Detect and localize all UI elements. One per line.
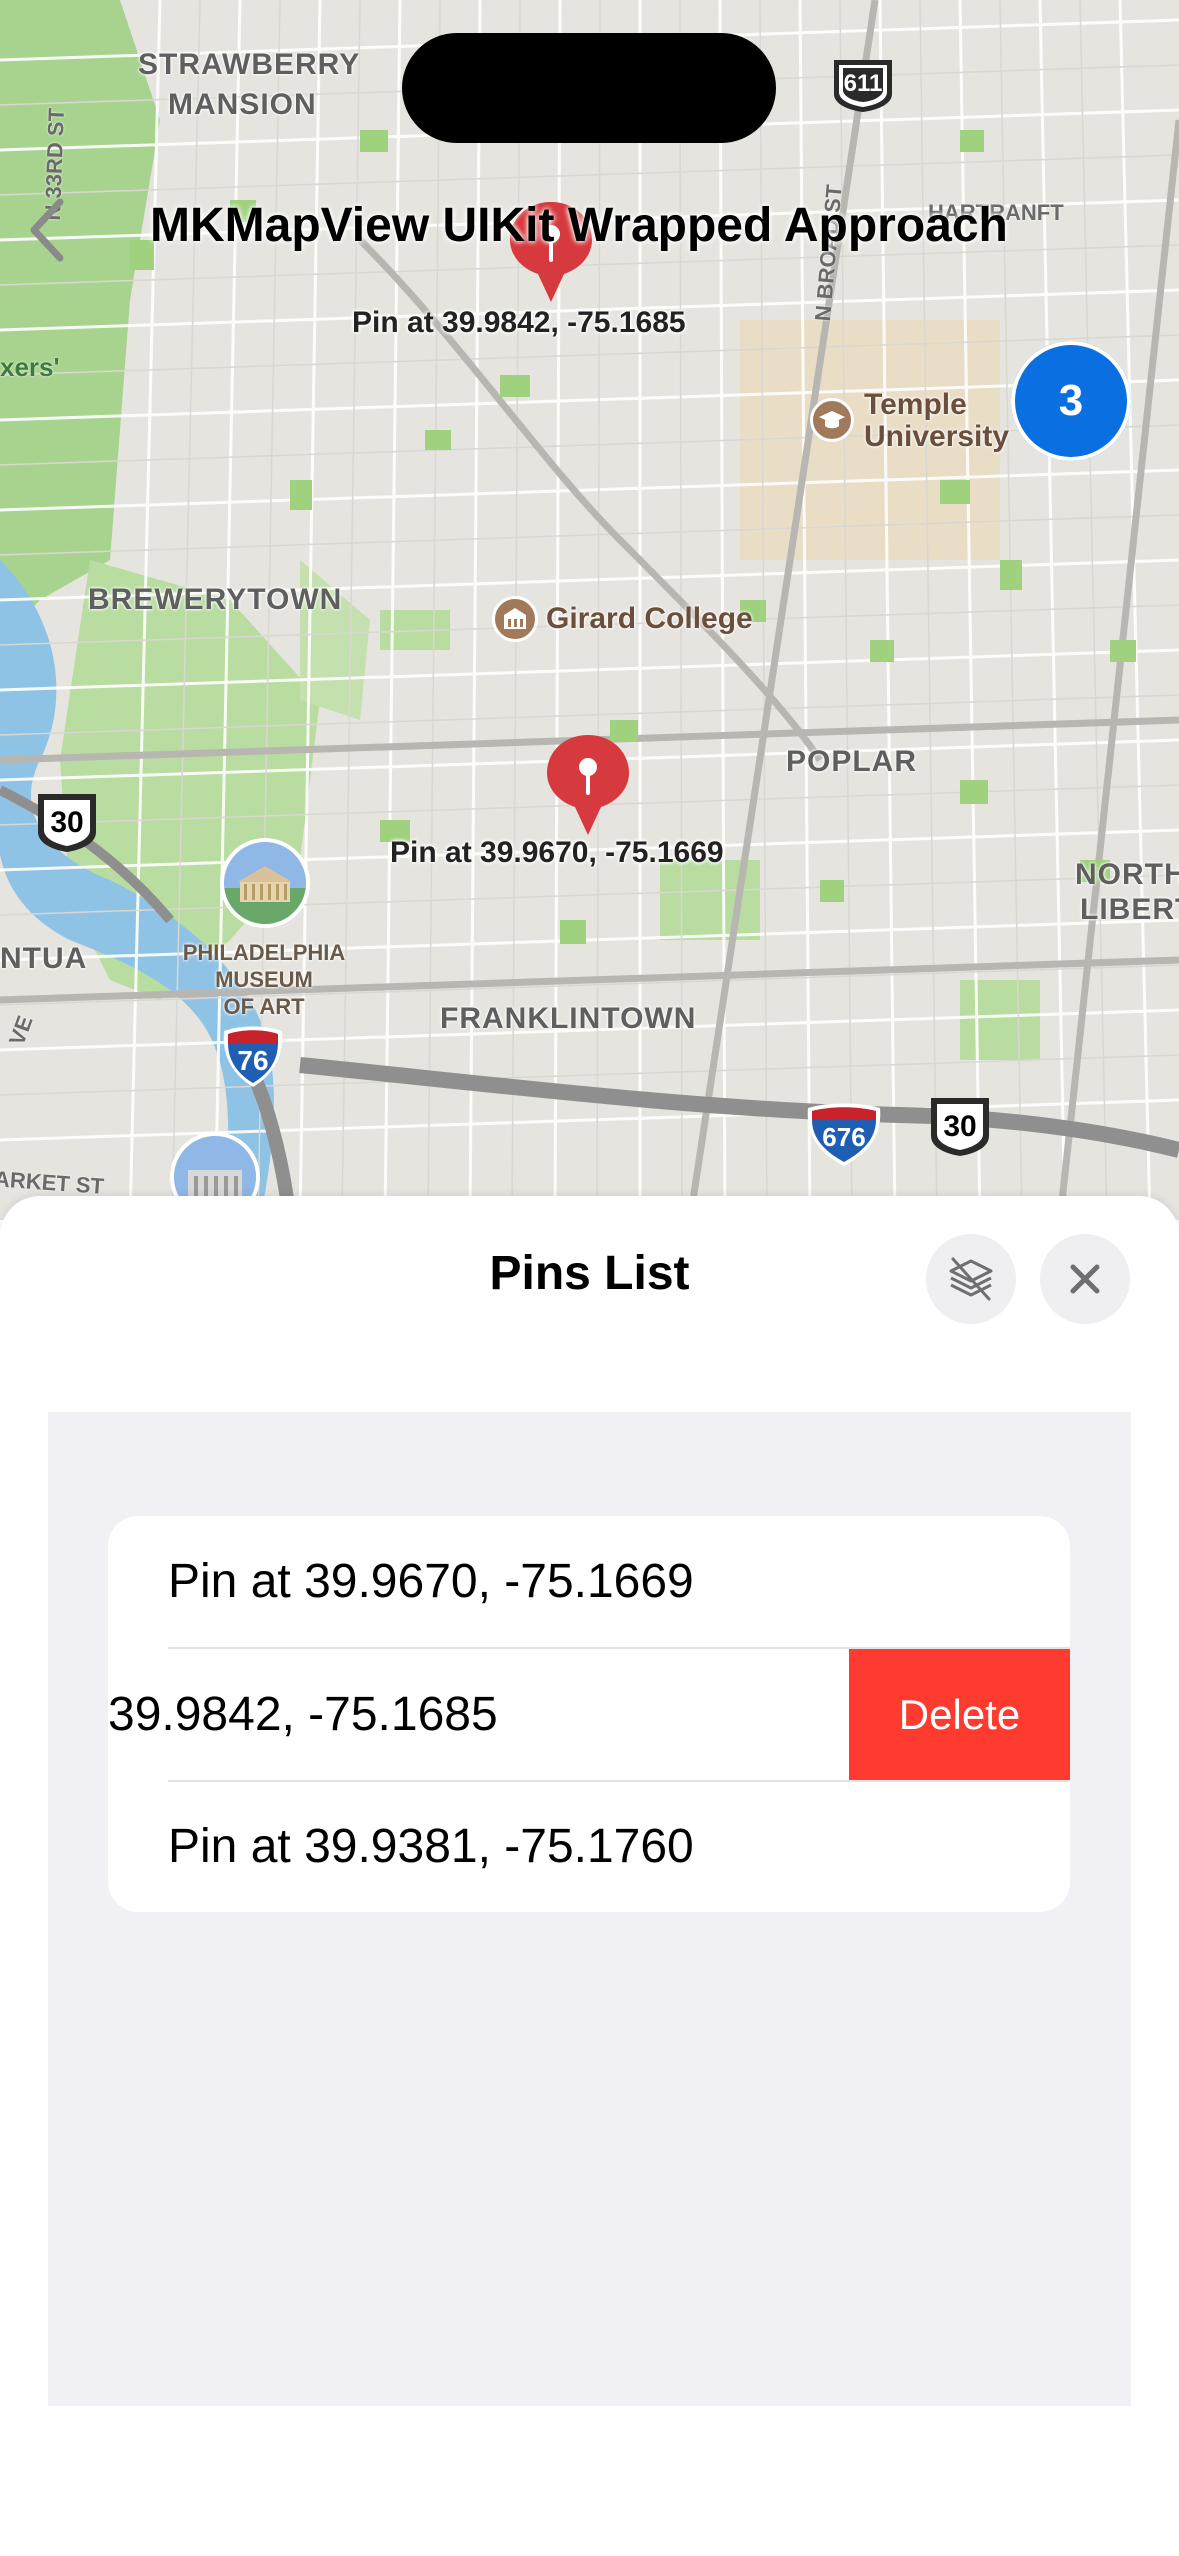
pin-cluster-badge[interactable]: 3: [1011, 341, 1131, 461]
park-label-partial: xers': [0, 352, 60, 382]
close-icon: [1070, 1264, 1100, 1294]
nav-title: MKMapView UIKit Wrapped Approach: [150, 199, 1008, 252]
chevron-left-icon: [30, 198, 64, 262]
map-pin-icon: [547, 735, 629, 835]
list-background: Pin at 39.9670, -75.1669 39.9842, -75.16…: [48, 1412, 1131, 2406]
poi-temple-line2[interactable]: University: [864, 420, 1009, 454]
list-item-label: 39.9842, -75.1685: [108, 1688, 498, 1741]
close-button[interactable]: [1040, 1234, 1130, 1324]
poi-museum-line2[interactable]: MUSEUM: [172, 967, 356, 993]
poi-museum-line3[interactable]: OF ART: [172, 994, 356, 1020]
us-30-shield-icon: 30: [32, 790, 102, 854]
poi-girard-college[interactable]: Girard College: [546, 602, 753, 636]
area-label-north: NORTH: [1075, 858, 1179, 891]
poi-museum-line1[interactable]: PHILADELPHIA: [172, 940, 356, 966]
interstate-76-shield-icon: 76: [220, 1023, 286, 1089]
layers-button[interactable]: [926, 1234, 1016, 1324]
delete-button[interactable]: Delete: [849, 1649, 1070, 1780]
map-pin-2-label[interactable]: Pin at 39.9670, -75.1669: [390, 836, 724, 870]
area-label-poplar: POPLAR: [786, 745, 918, 778]
list-item-label: Pin at 39.9381, -75.1760: [168, 1820, 694, 1873]
map-pin-1-label[interactable]: Pin at 39.9842, -75.1685: [352, 306, 686, 340]
area-label-liberties: LIBERT: [1080, 893, 1179, 926]
list-item[interactable]: Pin at 39.9670, -75.1669: [108, 1516, 1070, 1647]
area-label-strawberry: STRAWBERRY: [138, 48, 361, 81]
map-view[interactable]: STRAWBERRY MANSION BREWERYTOWN POPLAR FR…: [0, 0, 1179, 1220]
college-icon[interactable]: [492, 596, 538, 642]
poi-temple-line1[interactable]: Temple: [864, 388, 967, 422]
layers-icon: [949, 1257, 993, 1301]
us-30-2-label: 30: [943, 1110, 977, 1143]
area-label-fairmount: NTUA: [0, 942, 88, 975]
dynamic-island: [402, 33, 776, 143]
graduation-cap-icon: [819, 411, 845, 429]
interstate-676-shield-icon: 676: [804, 1100, 884, 1168]
museum-building-icon: [224, 842, 306, 924]
map-pin-2[interactable]: [545, 733, 631, 837]
area-label-mansion: MANSION: [168, 88, 317, 121]
list-item-label: Pin at 39.9670, -75.1669: [168, 1555, 694, 1608]
back-button[interactable]: [18, 190, 78, 270]
area-label-brewerytown: BREWERYTOWN: [88, 583, 343, 616]
interstate-676-label: 676: [822, 1122, 866, 1152]
pins-list: Pin at 39.9670, -75.1669 39.9842, -75.16…: [108, 1516, 1070, 1912]
route-611-label: 611: [843, 70, 883, 97]
us-30-shield-2-icon: 30: [925, 1094, 995, 1158]
area-label-franklintown: FRANKLINTOWN: [440, 1002, 697, 1035]
route-611-shield-icon: 611: [828, 54, 898, 114]
list-item[interactable]: Pin at 39.9381, -75.1760: [108, 1781, 1070, 1912]
university-icon[interactable]: [810, 398, 854, 442]
list-item-swiped[interactable]: 39.9842, -75.1685 Delete: [108, 1649, 1070, 1780]
museum-icon[interactable]: [220, 838, 310, 928]
us-30-label: 30: [50, 806, 84, 839]
building-icon: [504, 608, 526, 629]
interstate-76-label: 76: [237, 1045, 269, 1076]
pins-list-sheet: Pins List Pin at 39.9670, -75.1669 39.98…: [0, 1196, 1179, 2556]
